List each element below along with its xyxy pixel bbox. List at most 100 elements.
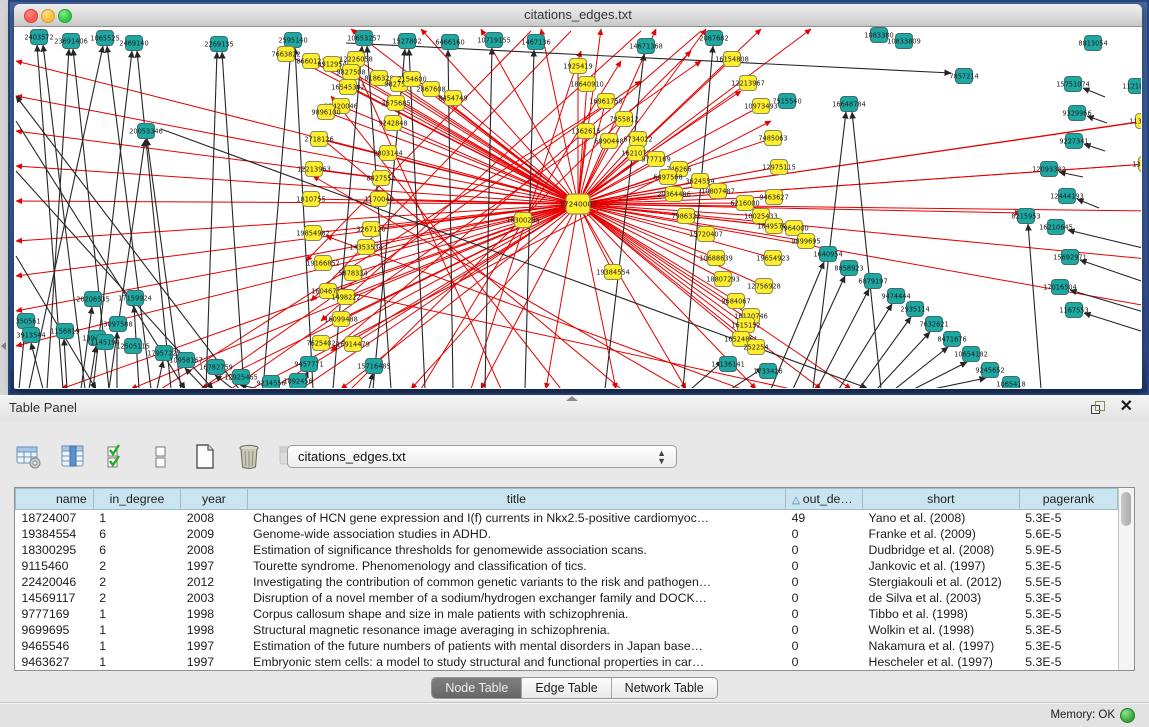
network-node[interactable]: 8471676 [937, 332, 966, 347]
network-node[interactable]: 18807293 [706, 272, 740, 287]
column-select-icon[interactable] [58, 442, 88, 472]
network-node[interactable]: 1733426 [753, 364, 782, 379]
node-table[interactable]: name in_degree year title △out_de… short… [15, 488, 1118, 670]
network-node[interactable]: 15692971 [1053, 250, 1087, 265]
col-header-in-degree[interactable]: in_degree [93, 489, 181, 510]
network-node[interactable]: 14671368 [629, 39, 663, 54]
left-splitter-handle[interactable] [1, 342, 6, 350]
network-node[interactable]: 1925419 [563, 59, 592, 74]
delete-icon[interactable] [234, 442, 264, 472]
network-node[interactable]: 2469140 [119, 36, 148, 51]
network-node[interactable]: 9329966 [1062, 106, 1091, 121]
close-panel-icon[interactable]: ✕ [1120, 398, 1133, 416]
tab-node-table[interactable]: Node Table [432, 678, 522, 698]
panel-splitter-handle[interactable] [566, 396, 578, 401]
network-node[interactable]: 12213963 [297, 162, 331, 177]
float-panel-icon[interactable] [1091, 401, 1105, 414]
table-body[interactable]: 1872400712008Changes of HCN gene express… [16, 510, 1118, 671]
network-node[interactable]: 1810755 [296, 192, 325, 207]
network-node[interactable]: 9242848 [378, 116, 407, 131]
table-mode-icon[interactable] [14, 442, 44, 472]
network-node[interactable]: 18640910 [570, 77, 604, 92]
network-node[interactable]: 6734022 [623, 132, 652, 147]
network-node[interactable]: 3097588 [103, 317, 132, 332]
network-node[interactable]: 8350561 [15, 314, 41, 329]
deselect-all-icon[interactable] [146, 442, 176, 472]
network-node[interactable]: 7632621 [919, 317, 948, 332]
network-node[interactable]: 2403572 [24, 30, 53, 45]
network-node[interactable]: 9474444 [881, 289, 910, 304]
table-row[interactable]: 977716911998Corpus callosum shape and si… [16, 606, 1118, 622]
network-node[interactable]: 1170040 [364, 192, 393, 207]
network-node[interactable]: 19854982 [296, 226, 330, 241]
table-row[interactable]: 1830029562008Estimation of significance … [16, 542, 1118, 558]
network-node[interactable]: 1121859 [1122, 79, 1141, 94]
network-node[interactable]: 8858923 [834, 261, 863, 276]
network-node[interactable]: 6879197 [858, 274, 887, 289]
network-node[interactable]: 252254 [743, 340, 768, 355]
network-node[interactable]: 1132206 [1129, 114, 1141, 129]
network-node[interactable]: 15716485 [357, 359, 391, 374]
network-node[interactable]: 19166852 [306, 256, 340, 271]
network-node[interactable]: 9234556 [256, 376, 285, 389]
table-row[interactable]: 2242004622012Investigating the contribut… [16, 574, 1118, 590]
table-header-row[interactable]: name in_degree year title △out_de… short… [16, 489, 1118, 510]
scrollbar-thumb[interactable] [1121, 492, 1131, 526]
table-row[interactable]: 946554611997Estimation of the future num… [16, 638, 1118, 654]
network-node[interactable]: 10654182 [954, 347, 988, 362]
network-node[interactable]: 9245652 [975, 363, 1004, 378]
network-node[interactable]: 2595140 [278, 33, 307, 48]
network-node[interactable]: 1322043 [1132, 157, 1141, 172]
table-row[interactable]: 946362711997Embryonic stem cells: a mode… [16, 654, 1118, 670]
table-vertical-scrollbar[interactable] [1118, 488, 1134, 670]
network-node[interactable]: 12975115 [762, 160, 796, 175]
network-node[interactable]: 12213967 [731, 76, 765, 91]
network-canvas-svg[interactable]: 2403572236914061065525246914022691352595… [15, 27, 1141, 388]
network-node[interactable]: 7485063 [758, 131, 787, 146]
memory-ok-indicator[interactable] [1120, 708, 1135, 723]
table-select-dropdown[interactable]: citations_edges.txt ▲▼ [287, 445, 677, 468]
network-node[interactable]: 16914479 [336, 337, 370, 352]
table-row[interactable]: 1872400712008Changes of HCN gene express… [16, 510, 1118, 527]
network-node[interactable]: 6990448 [594, 134, 623, 149]
network-node[interactable]: 10719155 [477, 33, 511, 48]
network-node[interactable]: 16648784 [832, 97, 866, 112]
network-node[interactable]: 1065525 [90, 31, 119, 46]
table-row[interactable]: 1938455462009Genome-wide association stu… [16, 526, 1118, 542]
table-row[interactable]: 911546021997Tourette syndrome. Phenomeno… [16, 558, 1118, 574]
network-node[interactable]: 8813054 [1078, 36, 1107, 51]
network-node[interactable]: 9463627 [759, 190, 788, 205]
network-node[interactable]: 23691406 [54, 34, 88, 49]
col-header-title[interactable]: title [247, 489, 785, 510]
col-header-name[interactable]: name [16, 489, 94, 510]
network-node[interactable]: 9684067 [721, 294, 750, 309]
network-node[interactable]: 16210645 [1039, 220, 1073, 235]
network-node[interactable]: 7857214 [949, 69, 978, 84]
col-header-short[interactable]: short [862, 489, 1019, 510]
tab-network-table[interactable]: Network Table [612, 678, 717, 698]
network-window-titlebar[interactable]: citations_edges.txt [14, 4, 1142, 27]
network-node[interactable]: 1092456 [283, 374, 312, 389]
col-header-pagerank[interactable]: pagerank [1019, 489, 1117, 510]
network-node[interactable]: 10688639 [699, 251, 733, 266]
network-canvas[interactable]: 2403572236914061065525246914022691352595… [15, 27, 1141, 388]
network-node[interactable]: 16154808 [715, 52, 749, 67]
network-node[interactable]: 1065418 [996, 377, 1025, 389]
network-node[interactable]: 12093382 [1032, 162, 1066, 177]
network-node[interactable]: 9227341 [1059, 134, 1088, 149]
col-header-out-degree[interactable]: △out_de… [786, 489, 863, 510]
network-node[interactable]: 8215953 [1011, 209, 1040, 224]
network-node[interactable]: 1167553 [1059, 303, 1088, 318]
network-node[interactable]: 1640954 [813, 247, 842, 262]
tab-edge-table[interactable]: Edge Table [522, 678, 611, 698]
network-window[interactable]: citations_edges.txt 24035722369140610655… [14, 4, 1142, 389]
select-all-icon[interactable] [102, 442, 132, 472]
network-node[interactable]: 20053346 [129, 124, 163, 139]
table-row[interactable]: 969969511998Structural magnetic resonanc… [16, 622, 1118, 638]
new-file-icon[interactable] [190, 442, 220, 472]
network-node[interactable]: 3267120 [356, 222, 385, 237]
network-node[interactable]: 14136141 [711, 357, 745, 372]
table-row[interactable]: 1456911722003Disruption of a novel membe… [16, 590, 1118, 606]
network-node[interactable]: 12925465 [224, 370, 258, 385]
network-node[interactable]: 16961758 [589, 94, 623, 109]
